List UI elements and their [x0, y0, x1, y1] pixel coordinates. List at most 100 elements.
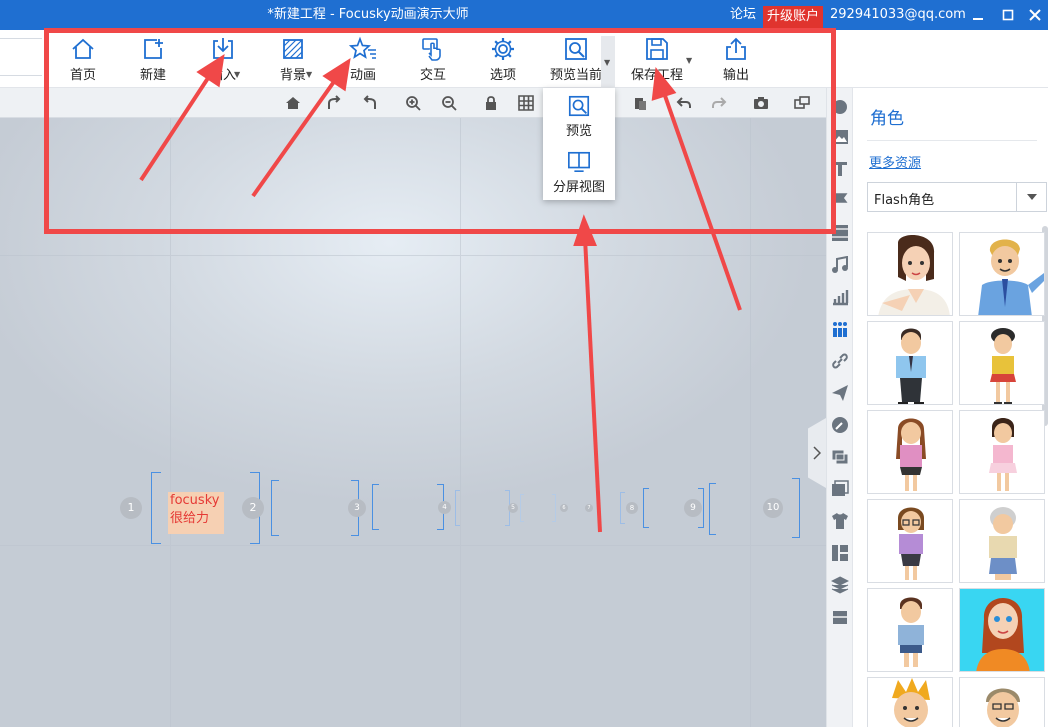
close-button[interactable]: [1020, 0, 1048, 30]
toolbar-new-button[interactable]: 新建: [122, 36, 184, 84]
account-email[interactable]: 292941033@qq.com: [830, 0, 966, 30]
path-number-2[interactable]: 2: [242, 497, 264, 519]
split-screen-icon: [568, 151, 590, 173]
character-icon[interactable]: [831, 320, 849, 338]
character-tile-selected[interactable]: [959, 588, 1045, 672]
toolbar-options-label: 选项: [489, 68, 516, 83]
flag-icon[interactable]: [831, 192, 849, 210]
music-icon[interactable]: [831, 256, 849, 274]
character-category-select[interactable]: Flash角色: [867, 182, 1047, 212]
clothes-icon[interactable]: [831, 512, 849, 530]
forum-link[interactable]: 论坛: [726, 0, 760, 30]
video-icon[interactable]: [831, 224, 849, 242]
rotate-right-icon[interactable]: [326, 95, 342, 111]
frame-1-text-line2: 很给力: [170, 511, 210, 526]
character-tile[interactable]: [867, 499, 953, 583]
resource-category-strip: [826, 88, 852, 727]
layout-icon[interactable]: [831, 544, 849, 562]
path-number-9[interactable]: 9: [684, 499, 702, 517]
maximize-button[interactable]: [993, 0, 1023, 30]
more-resources-link[interactable]: 更多资源: [869, 152, 921, 171]
plane-icon[interactable]: [831, 384, 849, 402]
menu-item-split-screen-label: 分屏视图: [552, 180, 605, 195]
frame-bracket: [792, 478, 800, 538]
menu-item-split-screen[interactable]: 分屏视图: [543, 150, 615, 195]
character-tile[interactable]: [867, 588, 953, 672]
link-icon[interactable]: [831, 352, 849, 370]
minimize-button[interactable]: [963, 0, 993, 30]
camera-icon[interactable]: [753, 95, 769, 111]
character-tile[interactable]: [959, 410, 1045, 494]
frame-1-content[interactable]: focusky 很给力: [168, 492, 224, 534]
preview-dropdown-toggle[interactable]: ▼: [601, 36, 615, 88]
text-icon[interactable]: [831, 160, 849, 178]
character-woman-headset-icon: [878, 234, 950, 315]
editing-canvas[interactable]: focusky 很给力 1 2 3 4 5 6 7 8 9 10: [0, 88, 826, 727]
path-number-3[interactable]: 3: [348, 499, 366, 517]
toolbar-options-button[interactable]: 选项: [472, 36, 534, 84]
home-view-icon[interactable]: [285, 95, 301, 111]
panel-collapse-toggle[interactable]: [808, 418, 826, 488]
zoom-out-icon[interactable]: [441, 95, 457, 111]
lock-icon[interactable]: [483, 95, 499, 111]
preview-icon: [565, 38, 587, 60]
fit-screen-icon[interactable]: [794, 95, 810, 111]
character-tile[interactable]: [959, 677, 1045, 727]
paste-icon[interactable]: [632, 95, 648, 111]
scene-icon[interactable]: [831, 448, 849, 466]
character-tile[interactable]: [959, 321, 1045, 405]
frame-bracket: [455, 490, 460, 526]
character-tile[interactable]: [867, 677, 953, 727]
character-tile[interactable]: [959, 232, 1045, 316]
toolbar-background-button[interactable]: 背景 ▼: [262, 36, 324, 84]
archive-icon[interactable]: [831, 608, 849, 626]
undo-icon[interactable]: [676, 95, 692, 111]
redo-icon[interactable]: [711, 95, 727, 111]
chevron-down-icon: ▼: [604, 58, 611, 67]
toolbar-animation-button[interactable]: 动画: [332, 36, 394, 84]
rotate-left-icon[interactable]: [362, 95, 378, 111]
character-woman-braids-icon: [896, 418, 926, 491]
toolbar-save-button[interactable]: 保存工程 ▼: [626, 36, 692, 84]
image-icon[interactable]: [831, 128, 849, 146]
gallery-icon[interactable]: [831, 480, 849, 498]
toolbar-preview-button[interactable]: 预览当前: [543, 36, 609, 84]
menu-item-preview[interactable]: 预览: [543, 94, 615, 139]
toolbar-export-button[interactable]: 输出: [705, 36, 767, 84]
preview-icon: [568, 95, 590, 117]
layers-icon[interactable]: [831, 576, 849, 594]
grid-icon[interactable]: [518, 95, 534, 111]
toolbar-interaction-button[interactable]: 交互: [402, 36, 464, 84]
path-number-1[interactable]: 1: [120, 497, 142, 519]
path-number-5[interactable]: 5: [508, 503, 518, 513]
zoom-in-icon[interactable]: [405, 95, 421, 111]
path-number-4[interactable]: 4: [438, 501, 451, 514]
toolbar-insert-label: 插入: [209, 68, 236, 83]
toolbar-home-button[interactable]: 首页: [52, 36, 114, 84]
path-number-6[interactable]: 6: [560, 504, 568, 512]
character-tile[interactable]: [867, 321, 953, 405]
upgrade-account-button[interactable]: 升级账户: [763, 6, 824, 28]
path-number-7[interactable]: 7: [585, 504, 593, 512]
path-number-10[interactable]: 10: [763, 498, 783, 518]
animation-icon: [349, 36, 376, 59]
shape-icon[interactable]: [831, 98, 849, 116]
character-boy-backpack-icon: [898, 597, 924, 667]
chart-icon[interactable]: [831, 288, 849, 306]
toolbar-preview-label: 预览当前: [549, 68, 602, 83]
title-bar: *新建工程 - Focusky动画演示大师 论坛 升级账户 292941033@…: [0, 0, 1048, 30]
character-tile[interactable]: [959, 499, 1045, 583]
new-icon: [144, 39, 163, 59]
toolbar-home-label: 首页: [69, 68, 96, 83]
minimize-icon: [973, 18, 983, 20]
character-tile[interactable]: [867, 410, 953, 494]
toolbar-animation-label: 动画: [349, 68, 376, 83]
toolbar-insert-button[interactable]: 插入 ▼: [192, 36, 254, 84]
background-icon: [283, 39, 303, 59]
path-number-8[interactable]: 8: [626, 502, 638, 514]
character-girl-cap-icon: [990, 328, 1016, 404]
wrench-icon[interactable]: [831, 416, 849, 434]
character-tile[interactable]: [867, 232, 953, 316]
toolbar-background-label: 背景: [279, 68, 306, 83]
chevron-down-icon: ▼: [306, 70, 313, 79]
